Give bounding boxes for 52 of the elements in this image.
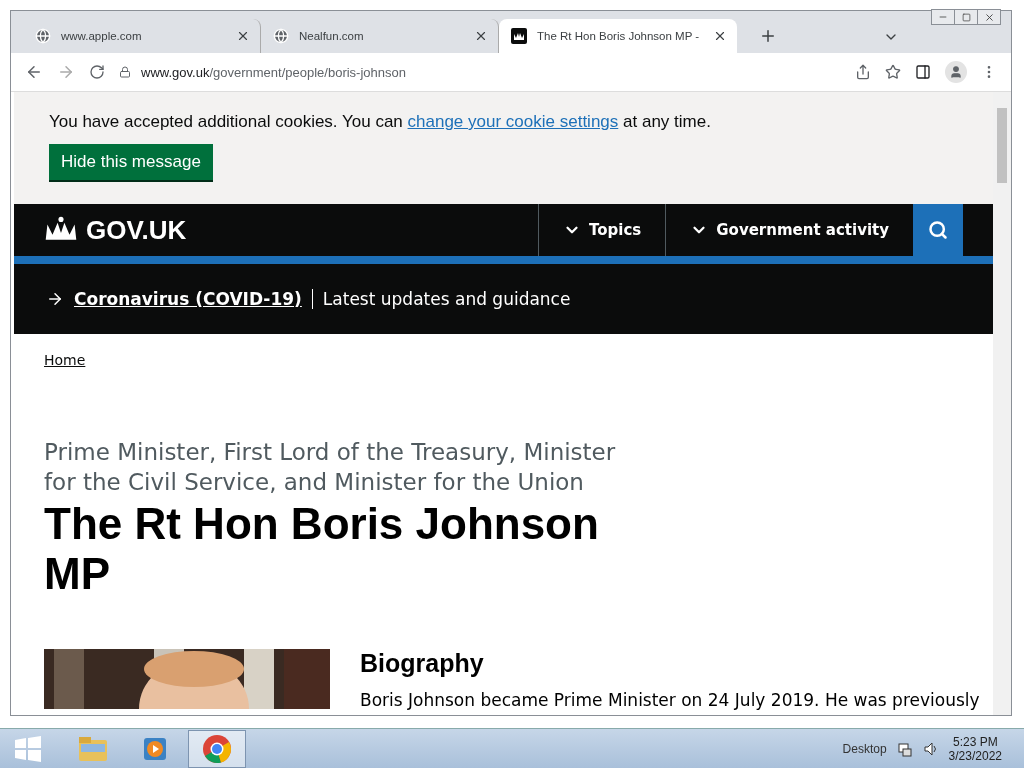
browser-tab[interactable]: The Rt Hon Boris Johnson MP -: [499, 19, 737, 53]
globe-icon: [273, 28, 289, 44]
search-icon: [928, 220, 948, 240]
url-domain: www.gov.uk: [141, 64, 210, 80]
covid-text: Latest updates and guidance: [322, 289, 571, 309]
share-icon[interactable]: [855, 64, 871, 80]
url-path: /government/people/boris-johnson: [209, 64, 406, 80]
nav-link[interactable]: Topics: [538, 204, 666, 256]
crown-icon: [511, 28, 527, 44]
close-icon[interactable]: [236, 29, 250, 43]
hide-message-button[interactable]: Hide this message: [49, 144, 213, 180]
media-player-icon: [142, 735, 168, 762]
reload-icon[interactable]: [89, 64, 105, 80]
folder-icon: [78, 735, 108, 762]
person-name: The Rt Hon Boris Johnson MP: [44, 499, 600, 599]
close-icon: [983, 11, 995, 23]
tab-title: Nealfun.com: [299, 30, 365, 42]
maximize-icon: [961, 12, 971, 22]
lock-icon: [119, 66, 131, 78]
breadcrumb-link[interactable]: Home: [44, 352, 86, 368]
chrome-icon: [202, 733, 232, 764]
network-icon[interactable]: [896, 740, 913, 757]
new-tab-icon[interactable]: [759, 27, 777, 45]
cookie-message: You have accepted additional cookies. You can change your cookie settings at any time.: [49, 112, 712, 132]
side-panel-icon[interactable]: [915, 64, 931, 80]
tab-title: www.apple.com: [61, 30, 143, 42]
star-icon[interactable]: [885, 64, 901, 80]
logo-text: GOV.UK: [86, 214, 187, 246]
close-icon[interactable]: [713, 29, 727, 43]
role-title: Prime Minister, First Lord of the Treasury, Minister for the Civil Service, and Minister for the Union: [44, 438, 617, 497]
volume-icon[interactable]: [922, 740, 939, 757]
profile-button[interactable]: [945, 61, 967, 83]
close-window-button[interactable]: [977, 9, 1001, 25]
section-heading: Biography: [360, 649, 485, 678]
windows-icon: [14, 735, 42, 762]
maximize-button[interactable]: [954, 9, 978, 25]
covid-link[interactable]: Coronavirus (COVID-19): [74, 289, 313, 309]
scrollbar[interactable]: [993, 92, 1011, 715]
minimize-button[interactable]: [931, 9, 955, 25]
back-icon[interactable]: [25, 63, 43, 81]
search-button[interactable]: [913, 204, 963, 256]
govuk-logo[interactable]: GOV.UK: [44, 214, 539, 246]
tab-title: The Rt Hon Boris Johnson MP -: [537, 30, 701, 42]
globe-icon: [35, 28, 51, 44]
taskbar-app[interactable]: [188, 729, 246, 768]
clock[interactable]: 5:23 PM 3/23/2022: [948, 734, 1002, 763]
person-icon: [949, 65, 963, 79]
biography-text: Boris Johnson became Prime Minister on 24 July 2019. He was previously: [360, 690, 980, 710]
desktop-label[interactable]: Desktop: [842, 741, 887, 756]
close-icon[interactable]: [474, 29, 488, 43]
cookie-settings-link[interactable]: change your cookie settings: [407, 112, 619, 131]
arrow-icon: [46, 290, 64, 308]
